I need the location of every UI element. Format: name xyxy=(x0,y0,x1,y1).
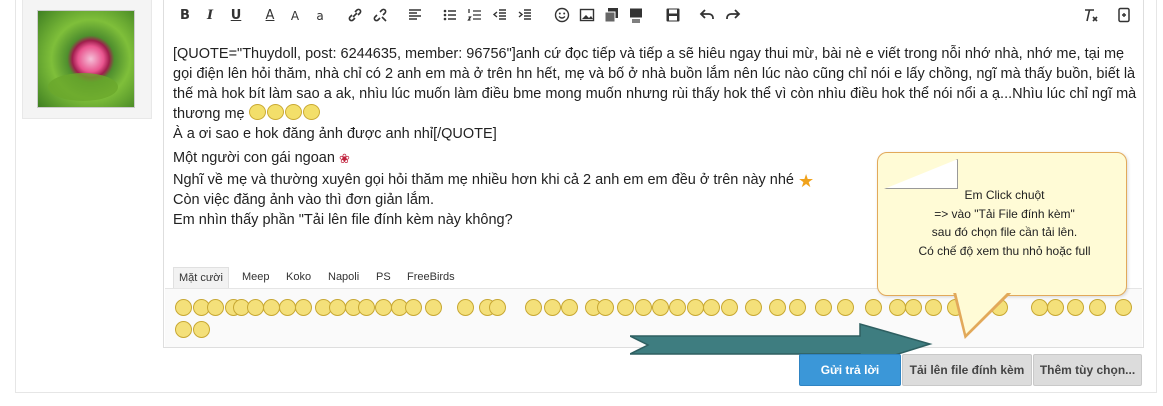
smiley-icon[interactable] xyxy=(789,299,806,316)
link-icon[interactable] xyxy=(346,7,364,25)
smiley-icon[interactable] xyxy=(207,299,224,316)
blush-smiley-icon xyxy=(302,104,320,120)
smiley-icon[interactable] xyxy=(553,7,571,25)
lotus-leaf xyxy=(48,73,118,101)
tooltip-note: Em Click chuột => vào "Tải File đính kèm… xyxy=(877,152,1127,296)
smiley-icon[interactable] xyxy=(703,299,720,316)
redo-icon[interactable] xyxy=(724,7,742,25)
smiley-icon[interactable] xyxy=(1031,299,1048,316)
smiley-icon[interactable] xyxy=(279,299,296,316)
note-fold-corner xyxy=(884,159,958,189)
more-options-button[interactable]: Thêm tùy chọn... xyxy=(1033,354,1142,386)
outdent-icon[interactable] xyxy=(491,7,509,25)
smiley-icon[interactable] xyxy=(1047,299,1064,316)
save-draft-icon[interactable] xyxy=(664,7,682,25)
smiley-icon[interactable] xyxy=(247,299,264,316)
tab-meep[interactable]: Meep xyxy=(237,267,275,287)
tab-napoli[interactable]: Napoli xyxy=(323,267,364,287)
smiley-icon[interactable] xyxy=(525,299,542,316)
smiley-icon[interactable] xyxy=(358,299,375,316)
smiley-icon[interactable] xyxy=(617,299,634,316)
remove-format-icon[interactable] xyxy=(1081,7,1099,25)
smiley-icon[interactable] xyxy=(1067,299,1084,316)
smiley-icon[interactable] xyxy=(925,299,942,316)
font-family-button[interactable]: a xyxy=(311,7,329,25)
tab-ps[interactable]: PS xyxy=(371,267,396,287)
smiley-icon[interactable] xyxy=(425,299,442,316)
upload-attachment-button[interactable]: Tải lên file đính kèm xyxy=(902,354,1032,386)
blush-smiley-icon xyxy=(248,104,266,120)
note-text: Em Click chuột => vào "Tải File đính kèm… xyxy=(918,188,1091,258)
smiley-icon[interactable] xyxy=(295,299,312,316)
smiley-icon[interactable] xyxy=(561,299,578,316)
smiley-icon[interactable] xyxy=(597,299,614,316)
smiley-icon[interactable] xyxy=(905,299,922,316)
user-avatar-panel xyxy=(22,0,152,119)
underline-button[interactable]: U xyxy=(227,7,245,25)
smiley-icon[interactable] xyxy=(652,299,669,316)
font-color-button[interactable]: A xyxy=(261,7,279,25)
note-tail-inner xyxy=(950,292,1008,334)
smiley-icon[interactable] xyxy=(405,299,422,316)
toggle-bbcode-icon[interactable] xyxy=(1115,7,1133,25)
indent-icon[interactable] xyxy=(516,7,534,25)
smiley-icon[interactable] xyxy=(669,299,686,316)
quote-icon[interactable] xyxy=(627,7,645,25)
smiley-icon[interactable] xyxy=(329,299,346,316)
numbered-list-icon[interactable] xyxy=(466,7,484,25)
smiley-icon[interactable] xyxy=(687,299,704,316)
smiley-icon[interactable] xyxy=(175,299,192,316)
tab-koko[interactable]: Koko xyxy=(281,267,316,287)
smiley-icon[interactable] xyxy=(815,299,832,316)
avatar[interactable] xyxy=(37,10,135,108)
smiley-icon[interactable] xyxy=(635,299,652,316)
media-icon[interactable] xyxy=(603,7,621,25)
blush-smiley-icon xyxy=(266,104,284,120)
tab-freebirds[interactable]: FreeBirds xyxy=(402,267,460,287)
smiley-icon[interactable] xyxy=(457,299,474,316)
unlink-icon[interactable] xyxy=(371,7,389,25)
smiley-icon[interactable] xyxy=(889,299,906,316)
smiley-icon[interactable] xyxy=(544,299,561,316)
star-smiley-icon: ★ xyxy=(798,171,815,191)
bullet-list-icon[interactable] xyxy=(441,7,459,25)
blush-smiley-icon xyxy=(284,104,302,120)
smiley-icon[interactable] xyxy=(375,299,392,316)
smiley-icon[interactable] xyxy=(769,299,786,316)
editor-toolbar: B I U A A a xyxy=(164,0,1143,32)
image-icon[interactable] xyxy=(578,7,596,25)
smiley-icon[interactable] xyxy=(1115,299,1132,316)
quote-paragraph: [QUOTE="Thuydoll, post: 6244635, member:… xyxy=(173,44,1138,124)
smiley-icon[interactable] xyxy=(721,299,738,316)
smiley-icon[interactable] xyxy=(263,299,280,316)
smiley-icon[interactable] xyxy=(837,299,854,316)
align-icon[interactable] xyxy=(406,7,424,25)
smiley-icon[interactable] xyxy=(193,321,210,338)
smiley-icon[interactable] xyxy=(865,299,882,316)
font-size-button[interactable]: A xyxy=(286,7,304,25)
undo-icon[interactable] xyxy=(698,7,716,25)
smiley-icon[interactable] xyxy=(175,321,192,338)
reply-button[interactable]: Gửi trả lời xyxy=(799,354,901,386)
smiley-icon[interactable] xyxy=(1089,299,1106,316)
rose-icon: ❀ xyxy=(338,151,350,166)
smiley-icon[interactable] xyxy=(745,299,762,316)
tab-mat-cuoi[interactable]: Mặt cười xyxy=(173,267,229,288)
quote-end-line: À a ơi sao e hok đăng ảnh được anh nhỉ[/… xyxy=(173,126,497,142)
italic-button[interactable]: I xyxy=(201,7,219,25)
bold-button[interactable]: B xyxy=(176,7,194,25)
smiley-icon[interactable] xyxy=(489,299,506,316)
